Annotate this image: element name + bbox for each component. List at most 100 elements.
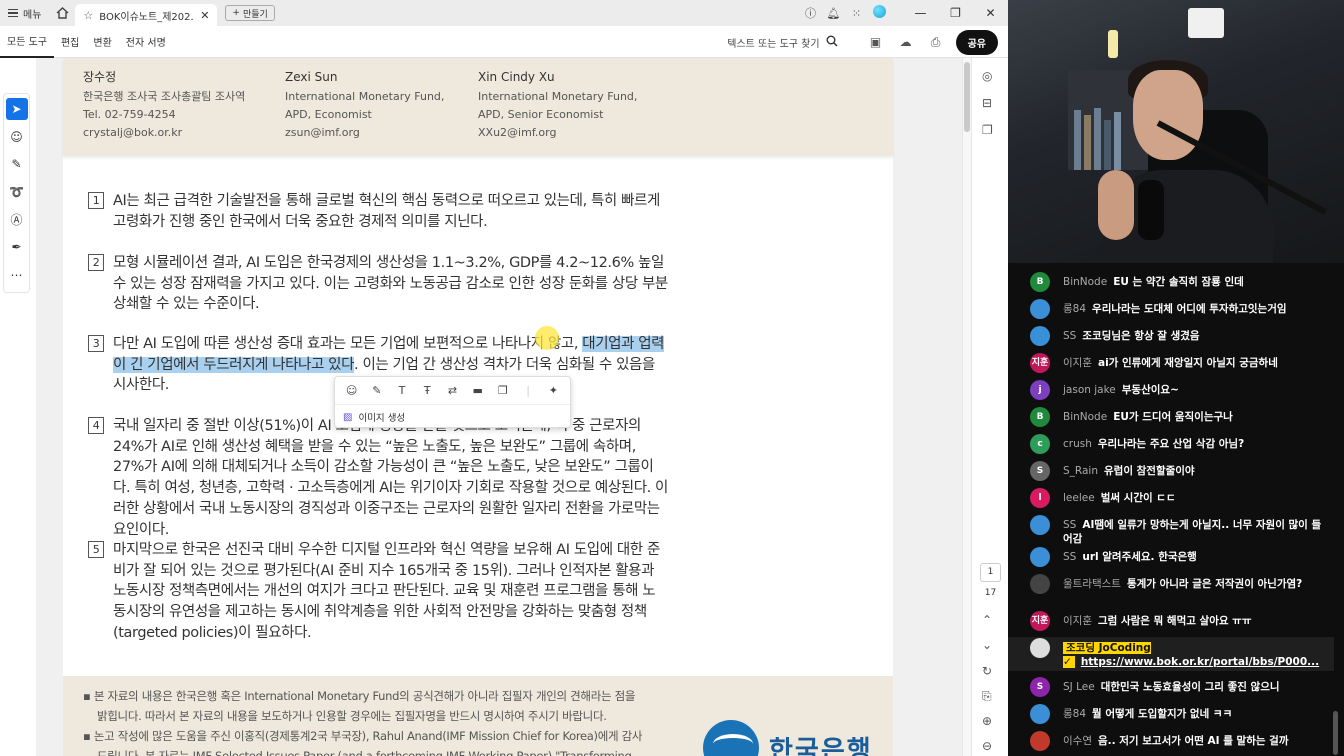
chat-author[interactable]: leelee — [1063, 492, 1095, 504]
author-name: 장수정 — [83, 70, 117, 84]
select-cursor-icon[interactable]: ➤ — [5, 98, 28, 120]
star-icon[interactable]: ☆ — [83, 9, 93, 22]
underline-icon[interactable]: T — [392, 384, 412, 397]
help-icon[interactable]: ⓘ — [799, 5, 822, 21]
chat-author[interactable]: crush — [1063, 438, 1092, 450]
copy-icon[interactable]: ❐ — [493, 384, 513, 397]
comment-icon[interactable]: ☺ — [342, 384, 362, 397]
title-bar: 메뉴 ☆ BOK이슈노트_제202... ✕ + 만들기 ⓘ 🔔︎ ⁙ — ❐ … — [0, 0, 1008, 26]
text-select-icon[interactable]: Ⓐ — [6, 209, 28, 231]
page-fit-icon[interactable]: ⎘ — [982, 689, 992, 704]
chat-message: 조코딩 JoCoding ✓ https://www.bok.or.kr/port… — [1008, 637, 1334, 671]
chat-message: l leelee 벌써 시간이 ㄷㄷ — [1008, 487, 1334, 511]
highlight-pen-icon[interactable]: ✎ — [367, 384, 387, 397]
author-role: APD, Senior Economist — [478, 108, 604, 121]
pen-icon[interactable]: ✎ — [6, 153, 28, 175]
rotate-icon[interactable]: ↻ — [982, 664, 992, 678]
chat-avatar: j — [1030, 380, 1050, 400]
document-scrollbar[interactable] — [962, 58, 971, 756]
chat-avatar — [1030, 547, 1050, 567]
home-icon[interactable] — [49, 0, 75, 26]
generate-image-button[interactable]: ▨ 이미지 생성 — [335, 405, 570, 429]
print-icon[interactable]: ⎙ — [926, 35, 946, 50]
chat-avatar: c — [1030, 434, 1050, 454]
bok-emblem-icon — [703, 720, 759, 756]
chat-author[interactable]: 이지훈 — [1063, 357, 1092, 369]
chat-author[interactable]: 이지훈 — [1063, 615, 1092, 627]
profile-avatar[interactable] — [868, 5, 891, 21]
chat-message: SS AI땜에 일류가 망하는게 아닐지.. 너무 자원이 많이 들어감 — [1008, 514, 1334, 548]
pages-icon[interactable]: ❐ — [982, 123, 993, 137]
chat-avatar: S — [1030, 677, 1050, 697]
right-panel: ◎ ⊟ ❐ 1 17 ⌃ ⌄ ↻ ⎘ ⊕ ⊖ — [971, 58, 1008, 756]
tab-edit[interactable]: 편집 — [54, 26, 86, 58]
close-window-icon[interactable]: ✕ — [973, 6, 1008, 20]
live-chat[interactable]: B BinNode EU 는 약간 솔직히 잠룡 인데 롱84 우리나라는 도대체 어디… — [1008, 263, 1344, 756]
ai-assistant-icon[interactable]: ◎ — [982, 69, 992, 83]
item-text-part: 다만 AI 도입에 따른 생산성 증대 효과는 모든 기업에 보편적으로 나타나… — [113, 336, 583, 352]
item-text: AI는 최근 급격한 기술발전을 통해 글로벌 혁신의 핵심 동력으로 떠오르고… — [113, 193, 660, 230]
find-tools-search[interactable]: 텍스트 또는 도구 찾기 — [727, 35, 838, 50]
ai-assistant-icon[interactable]: ✦ — [543, 384, 563, 397]
chat-author[interactable]: 울트라택스트 — [1063, 578, 1121, 590]
chat-author[interactable]: 롱84 — [1063, 708, 1086, 720]
chat-avatar — [1030, 574, 1050, 594]
item-number: 5 — [88, 541, 104, 558]
apps-grid-icon[interactable]: ⁙ — [845, 7, 868, 20]
menu-button[interactable]: 메뉴 — [0, 0, 49, 26]
lasso-icon[interactable]: ➰ — [6, 181, 28, 203]
upload-cloud-icon[interactable]: ☁ — [896, 35, 916, 49]
share-button[interactable]: 공유 — [955, 29, 998, 55]
scrollbar-thumb[interactable] — [964, 62, 970, 132]
chat-scrollbar[interactable] — [1333, 711, 1338, 755]
chat-author[interactable]: SJ Lee — [1063, 681, 1095, 693]
bell-icon[interactable]: 🔔︎ — [822, 7, 845, 20]
item-number: 4 — [88, 417, 104, 434]
minimize-icon[interactable]: — — [903, 6, 938, 20]
new-tab-button[interactable]: + 만들기 — [225, 5, 275, 21]
chat-content: 이지훈 그럼 사람은 뭐 해먹고 살아요 ㅠㅠ — [1063, 614, 1323, 628]
item-text: 모형 시뮬레이션 결과, AI 도입은 한국경제의 생산성을 1.1~3.2%,… — [113, 255, 668, 313]
replace-text-icon[interactable]: ⇄ — [442, 384, 462, 397]
next-page-icon[interactable]: ⌄ — [982, 638, 992, 652]
comment-icon[interactable]: ☺ — [6, 126, 28, 148]
bookmark-icon[interactable]: ⊟ — [982, 96, 992, 110]
close-tab-icon[interactable]: ✕ — [200, 9, 209, 22]
chat-message: j jason jake 부동산이요~ — [1008, 379, 1334, 403]
zoom-out-icon[interactable]: ⊖ — [982, 739, 992, 753]
image-gen-icon: ▨ — [343, 411, 353, 423]
chat-author[interactable]: SS — [1063, 519, 1076, 531]
zoom-in-icon[interactable]: ⊕ — [982, 714, 992, 728]
document-viewport[interactable]: 장수정 한국은행 조사국 조사총괄팀 조사역 Tel. 02-759-4254 … — [36, 58, 962, 756]
chat-content: crush 우리나라는 주요 산업 삭감 아님? — [1063, 437, 1323, 451]
tab-e-sign[interactable]: 전자 서명 — [119, 26, 173, 58]
chat-author[interactable]: SS — [1063, 330, 1076, 342]
chat-link[interactable]: https://www.bok.or.kr/portal/bbs/P000... — [1081, 656, 1319, 668]
chat-author[interactable]: SS — [1063, 551, 1076, 563]
chat-avatar — [1030, 638, 1050, 658]
prev-page-icon[interactable]: ⌃ — [982, 613, 992, 627]
tab-all-tools[interactable]: 모든 도구 — [0, 26, 54, 58]
chat-content: SS AI땜에 일류가 망하는게 아닐지.. 너무 자원이 많이 들어감 — [1063, 518, 1323, 546]
delete-text-icon[interactable]: ▬ — [468, 384, 488, 397]
tab-convert[interactable]: 변환 — [86, 26, 118, 58]
strikethrough-icon[interactable]: Ŧ — [417, 384, 437, 397]
chat-author[interactable]: BinNode — [1063, 411, 1107, 423]
author-card: 장수정 한국은행 조사국 조사총괄팀 조사역 Tel. 02-759-4254 … — [83, 68, 245, 142]
signature-icon[interactable]: ✒ — [6, 237, 28, 259]
chat-content: 롱84 뭘 어떻게 도입할지가 없네 ㅋㅋ — [1063, 707, 1323, 721]
chat-author[interactable]: BinNode — [1063, 276, 1107, 288]
author-name: Zexi Sun — [285, 70, 338, 84]
save-icon[interactable]: ▣ — [866, 35, 886, 49]
chat-content: leelee 벌써 시간이 ㄷㄷ — [1063, 491, 1323, 505]
more-tools-icon[interactable]: ⋯ — [6, 264, 28, 286]
search-label: 텍스트 또는 도구 찾기 — [727, 38, 820, 50]
chat-author[interactable]: 롱84 — [1063, 303, 1086, 315]
document-tab[interactable]: ☆ BOK이슈노트_제202... ✕ — [75, 4, 218, 26]
chat-author[interactable]: 이수연 — [1063, 735, 1092, 747]
chat-content: SS url 알려주세요. 한국은행 — [1063, 550, 1323, 564]
maximize-icon[interactable]: ❐ — [938, 6, 973, 20]
chat-author[interactable]: S_Rain — [1063, 465, 1098, 477]
chat-author[interactable]: jason jake — [1063, 384, 1116, 396]
page-number-input[interactable]: 1 — [980, 563, 1001, 582]
